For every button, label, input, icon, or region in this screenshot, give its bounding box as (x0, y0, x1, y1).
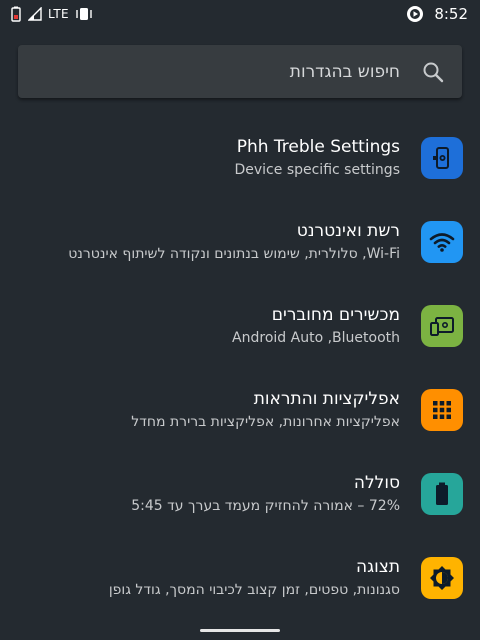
item-subtitle: אפליקציות אחרונות, אפליקציות ברירת מחדל (131, 414, 400, 430)
settings-list: Phh Treble Settings Device specific sett… (0, 118, 480, 622)
signal-icon (28, 7, 42, 21)
item-subtitle: סגנונות, טפטים, זמן קצוב לכיבוי המסך, גו… (108, 582, 400, 598)
screen-record-icon (406, 5, 424, 23)
item-subtitle: Wi-Fi, סלולרית, שימוש בנתונים ונקודה לשי… (68, 246, 400, 262)
item-text: רשת ואינטרנט Wi-Fi, סלולרית, שימוש בנתונ… (68, 219, 400, 265)
battery-saver-icon (10, 6, 22, 22)
settings-item-apps[interactable]: אפליקציות והתראות אפליקציות אחרונות, אפל… (0, 370, 480, 454)
settings-item-display[interactable]: תצוגה סגנונות, טפטים, זמן קצוב לכיבוי המ… (0, 538, 480, 622)
item-text: תצוגה סגנונות, טפטים, זמן קצוב לכיבוי המ… (109, 555, 400, 601)
gesture-nav-handle[interactable] (200, 629, 280, 632)
status-bar: LTE 8:52 (0, 0, 480, 28)
item-title: סוללה (353, 473, 400, 493)
item-subtitle: Android Auto ,Bluetooth (232, 330, 400, 346)
connected-devices-icon (421, 305, 463, 347)
settings-item-network[interactable]: רשת ואינטרנט Wi-Fi, סלולרית, שימוש בנתונ… (0, 202, 480, 286)
brightness-icon (421, 557, 463, 599)
item-text: מכשירים מחוברים Android Auto ,Bluetooth (232, 303, 400, 349)
wifi-icon (421, 221, 463, 263)
item-text: סוללה 72% – אמורה להחזיק מעמד בערך עד 5:… (131, 471, 400, 517)
item-title: תצוגה (355, 557, 400, 577)
status-right: 8:52 (406, 5, 468, 23)
item-subtitle: Device specific settings (234, 162, 400, 178)
item-text: אפליקציות והתראות אפליקציות אחרונות, אפל… (131, 387, 400, 433)
item-text: Phh Treble Settings Device specific sett… (234, 135, 400, 181)
item-title: אפליקציות והתראות (253, 389, 400, 409)
battery-icon (421, 473, 463, 515)
network-type: LTE (48, 7, 69, 21)
phone-settings-icon (421, 137, 463, 179)
apps-grid-icon (421, 389, 463, 431)
item-title: רשת ואינטרנט (296, 221, 400, 241)
settings-item-connected-devices[interactable]: מכשירים מחוברים Android Auto ,Bluetooth (0, 286, 480, 370)
settings-item-battery[interactable]: סוללה 72% – אמורה להחזיק מעמד בערך עד 5:… (0, 454, 480, 538)
settings-item-phh-treble[interactable]: Phh Treble Settings Device specific sett… (0, 118, 480, 202)
search-placeholder: חיפוש בהגדרות (289, 61, 400, 82)
search-icon (422, 61, 444, 83)
item-title: מכשירים מחוברים (271, 305, 400, 325)
item-subtitle: 72% – אמורה להחזיק מעמד בערך עד 5:45 (131, 498, 400, 514)
search-bar[interactable]: חיפוש בהגדרות (18, 45, 462, 98)
item-title: Phh Treble Settings (236, 137, 400, 157)
status-left: LTE (10, 6, 93, 22)
vibrate-icon (75, 7, 93, 21)
clock: 8:52 (434, 5, 468, 23)
